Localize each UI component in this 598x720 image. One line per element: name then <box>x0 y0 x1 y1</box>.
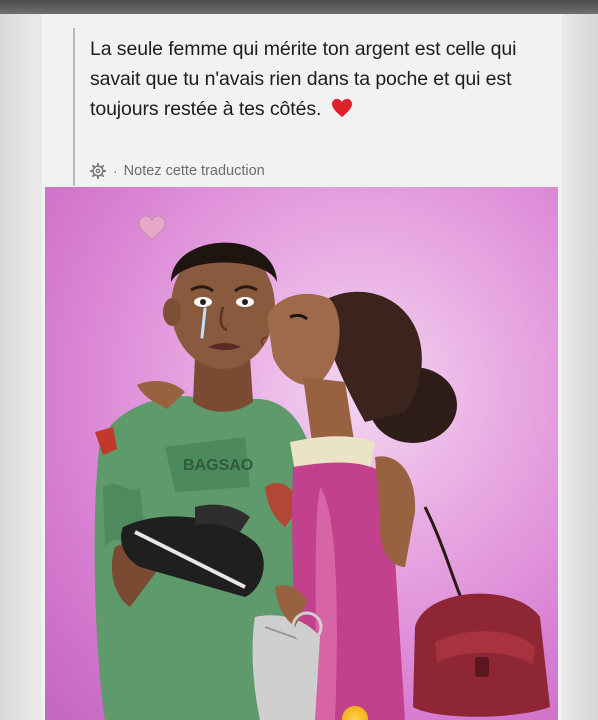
gear-icon[interactable] <box>89 162 107 180</box>
top-status-bar <box>0 0 598 14</box>
post-image[interactable]: BAGSAO <box>45 187 558 720</box>
floating-heart-icon <box>138 215 166 240</box>
screenshot-frame: La seule femme qui mérite ton argent est… <box>0 0 598 720</box>
post-text: La seule femme qui mérite ton argent est… <box>90 34 545 124</box>
translation-row: · Notez cette traduction <box>89 160 265 182</box>
post-text-body: La seule femme qui mérite ton argent est… <box>90 38 517 120</box>
couple-illustration: BAGSAO <box>94 215 550 720</box>
rate-translation-link[interactable]: Notez cette traduction <box>124 163 265 179</box>
shirt-text: BAGSAO <box>183 457 253 474</box>
heart-icon <box>331 98 352 118</box>
separator-dot: · <box>113 163 118 179</box>
quote-bar <box>73 28 75 186</box>
